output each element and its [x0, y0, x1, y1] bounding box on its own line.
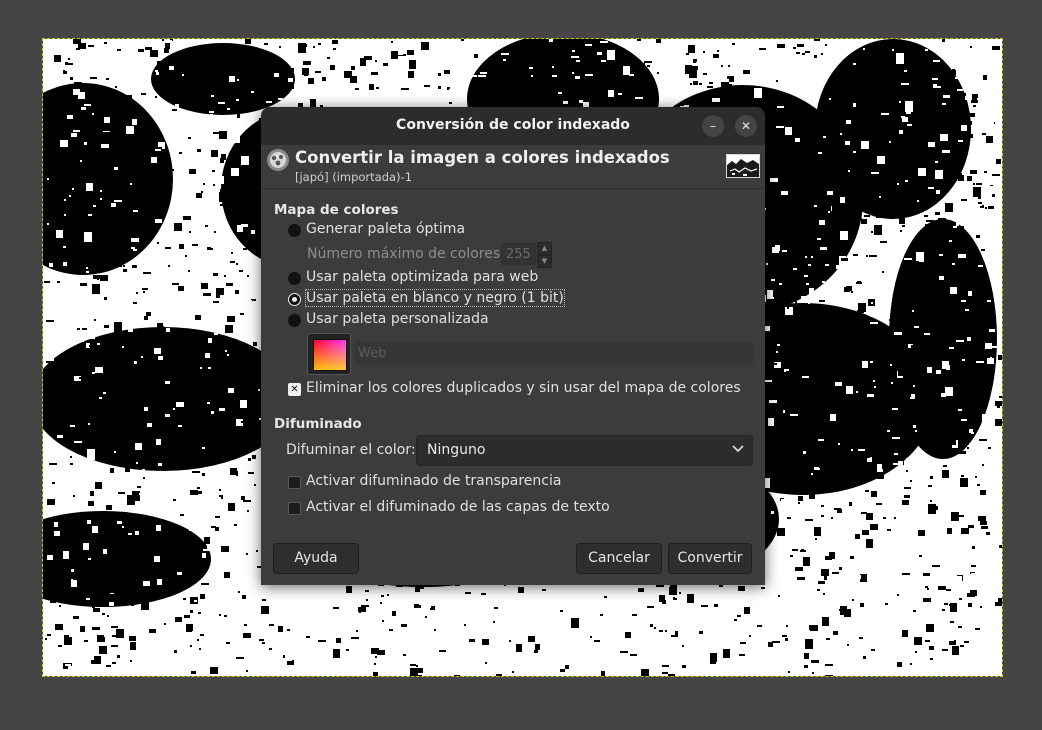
checkbox-label: Eliminar los colores duplicados y sin us…: [306, 380, 741, 396]
palette-icon: [313, 339, 347, 371]
radio-label: Usar paleta optimizada para web: [306, 269, 539, 285]
chevron-down-icon: [732, 445, 744, 453]
radio-indicator-checked[interactable]: [288, 293, 301, 306]
radio-indicator[interactable]: [288, 314, 301, 327]
checkbox-indicator[interactable]: [288, 502, 301, 515]
palette-select-button[interactable]: [307, 333, 351, 375]
max-colors-spinner[interactable]: ▲ ▼: [537, 242, 552, 268]
checkbox-label: Activar el difuminado de las capas de te…: [306, 499, 610, 515]
dialog-title: Conversión de color indexado: [396, 117, 630, 133]
radio-label: Generar paleta óptima: [306, 221, 466, 237]
checkbox-indicator[interactable]: [288, 476, 301, 489]
dither-dropdown[interactable]: Ninguno: [416, 435, 753, 466]
dialog-titlebar[interactable]: Conversión de color indexado – ✕: [261, 107, 765, 145]
radio-indicator[interactable]: [288, 272, 301, 285]
header-title: Convertir la imagen a colores indexados: [295, 148, 670, 167]
convert-button[interactable]: Convertir: [668, 543, 752, 574]
colormap-section-label: Mapa de colores: [274, 202, 399, 218]
checkbox-label: Activar difuminado de transparencia: [306, 473, 562, 489]
dither-label: Difuminar el color:: [286, 442, 416, 458]
spin-down-icon[interactable]: ▼: [537, 255, 552, 268]
radio-label: Usar paleta personalizada: [306, 311, 489, 327]
image-thumbnail: [726, 154, 760, 178]
gimp-logo-icon: [267, 149, 289, 171]
spin-up-icon[interactable]: ▲: [537, 242, 552, 255]
palette-name-field[interactable]: [355, 341, 753, 366]
help-button[interactable]: Ayuda: [273, 543, 359, 574]
max-colors-label: Número máximo de colores:: [307, 246, 505, 262]
dialog-header: Convertir la imagen a colores indexados …: [261, 145, 765, 189]
indexed-conversion-dialog: Conversión de color indexado – ✕ Convert…: [261, 107, 765, 585]
dithering-section-label: Difuminado: [274, 416, 362, 432]
radio-indicator[interactable]: [288, 224, 301, 237]
header-subtitle: [japó] (importada)-1: [295, 170, 413, 184]
dither-value: Ninguno: [427, 442, 486, 458]
cancel-button[interactable]: Cancelar: [576, 543, 662, 574]
minimize-button[interactable]: –: [702, 115, 724, 137]
radio-label: Usar paleta en blanco y negro (1 bit): [305, 289, 565, 307]
max-colors-input[interactable]: [501, 243, 536, 265]
checkbox-indicator[interactable]: ✕: [288, 383, 301, 396]
close-button[interactable]: ✕: [735, 115, 757, 137]
